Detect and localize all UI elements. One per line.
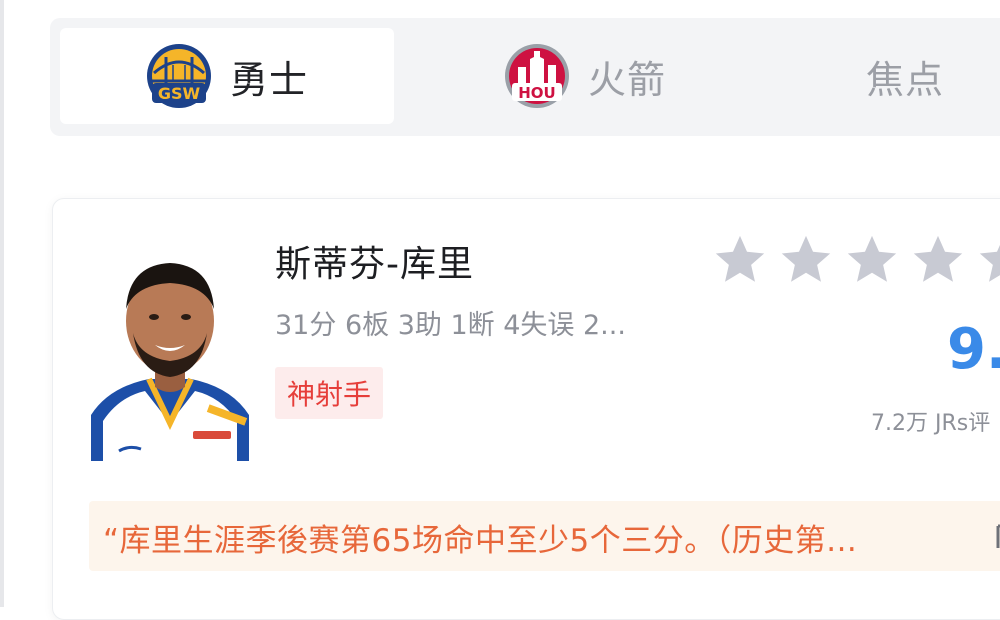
warriors-logo-icon: GSW [146,44,211,108]
player-tag-badge: 神射手 [275,367,384,419]
player-photo [91,263,249,461]
star-icon[interactable] [975,231,1000,289]
star-icon[interactable] [711,231,769,289]
rating-score: 9. [947,317,1000,382]
rockets-logo-icon: HOU [504,44,569,108]
team-tab-bar: GSW 勇士 HOU 火箭 焦点 [50,18,1000,136]
warriors-logo-text: GSW [158,84,201,103]
window-left-edge [0,0,4,607]
tab-warriors[interactable]: GSW 勇士 [60,28,394,124]
tab-rockets-label: 火箭 [587,57,666,102]
tab-rockets[interactable]: HOU 火箭 [450,28,720,124]
highlight-quote-text: “库里生涯季後赛第65场命中至少5个三分。（历史第... [103,523,858,559]
comment-icon[interactable] [995,523,1000,551]
star-icon[interactable] [777,231,835,289]
tab-focus-label: 焦点 [865,57,944,102]
star-icon[interactable] [843,231,901,289]
player-name[interactable]: 斯蒂芬-库里 [275,235,474,287]
star-icon[interactable] [909,231,967,289]
star-rating[interactable] [711,231,1000,289]
rating-count: 7.2万 JRs评 [871,411,991,436]
tab-focus[interactable]: 焦点 [810,28,1000,124]
player-stats-line: 31分 6板 3助 1断 4失误 2... [275,310,626,341]
tab-warriors-label: 勇士 [229,57,308,102]
highlight-quote[interactable]: “库里生涯季後赛第65场命中至少5个三分。（历史第... [89,501,1000,571]
rockets-logo-text: HOU [518,84,556,102]
player-rating-card[interactable]: 斯蒂芬-库里 31分 6板 3助 1断 4失误 2... 神射手 9. 7.2万… [52,198,1000,620]
